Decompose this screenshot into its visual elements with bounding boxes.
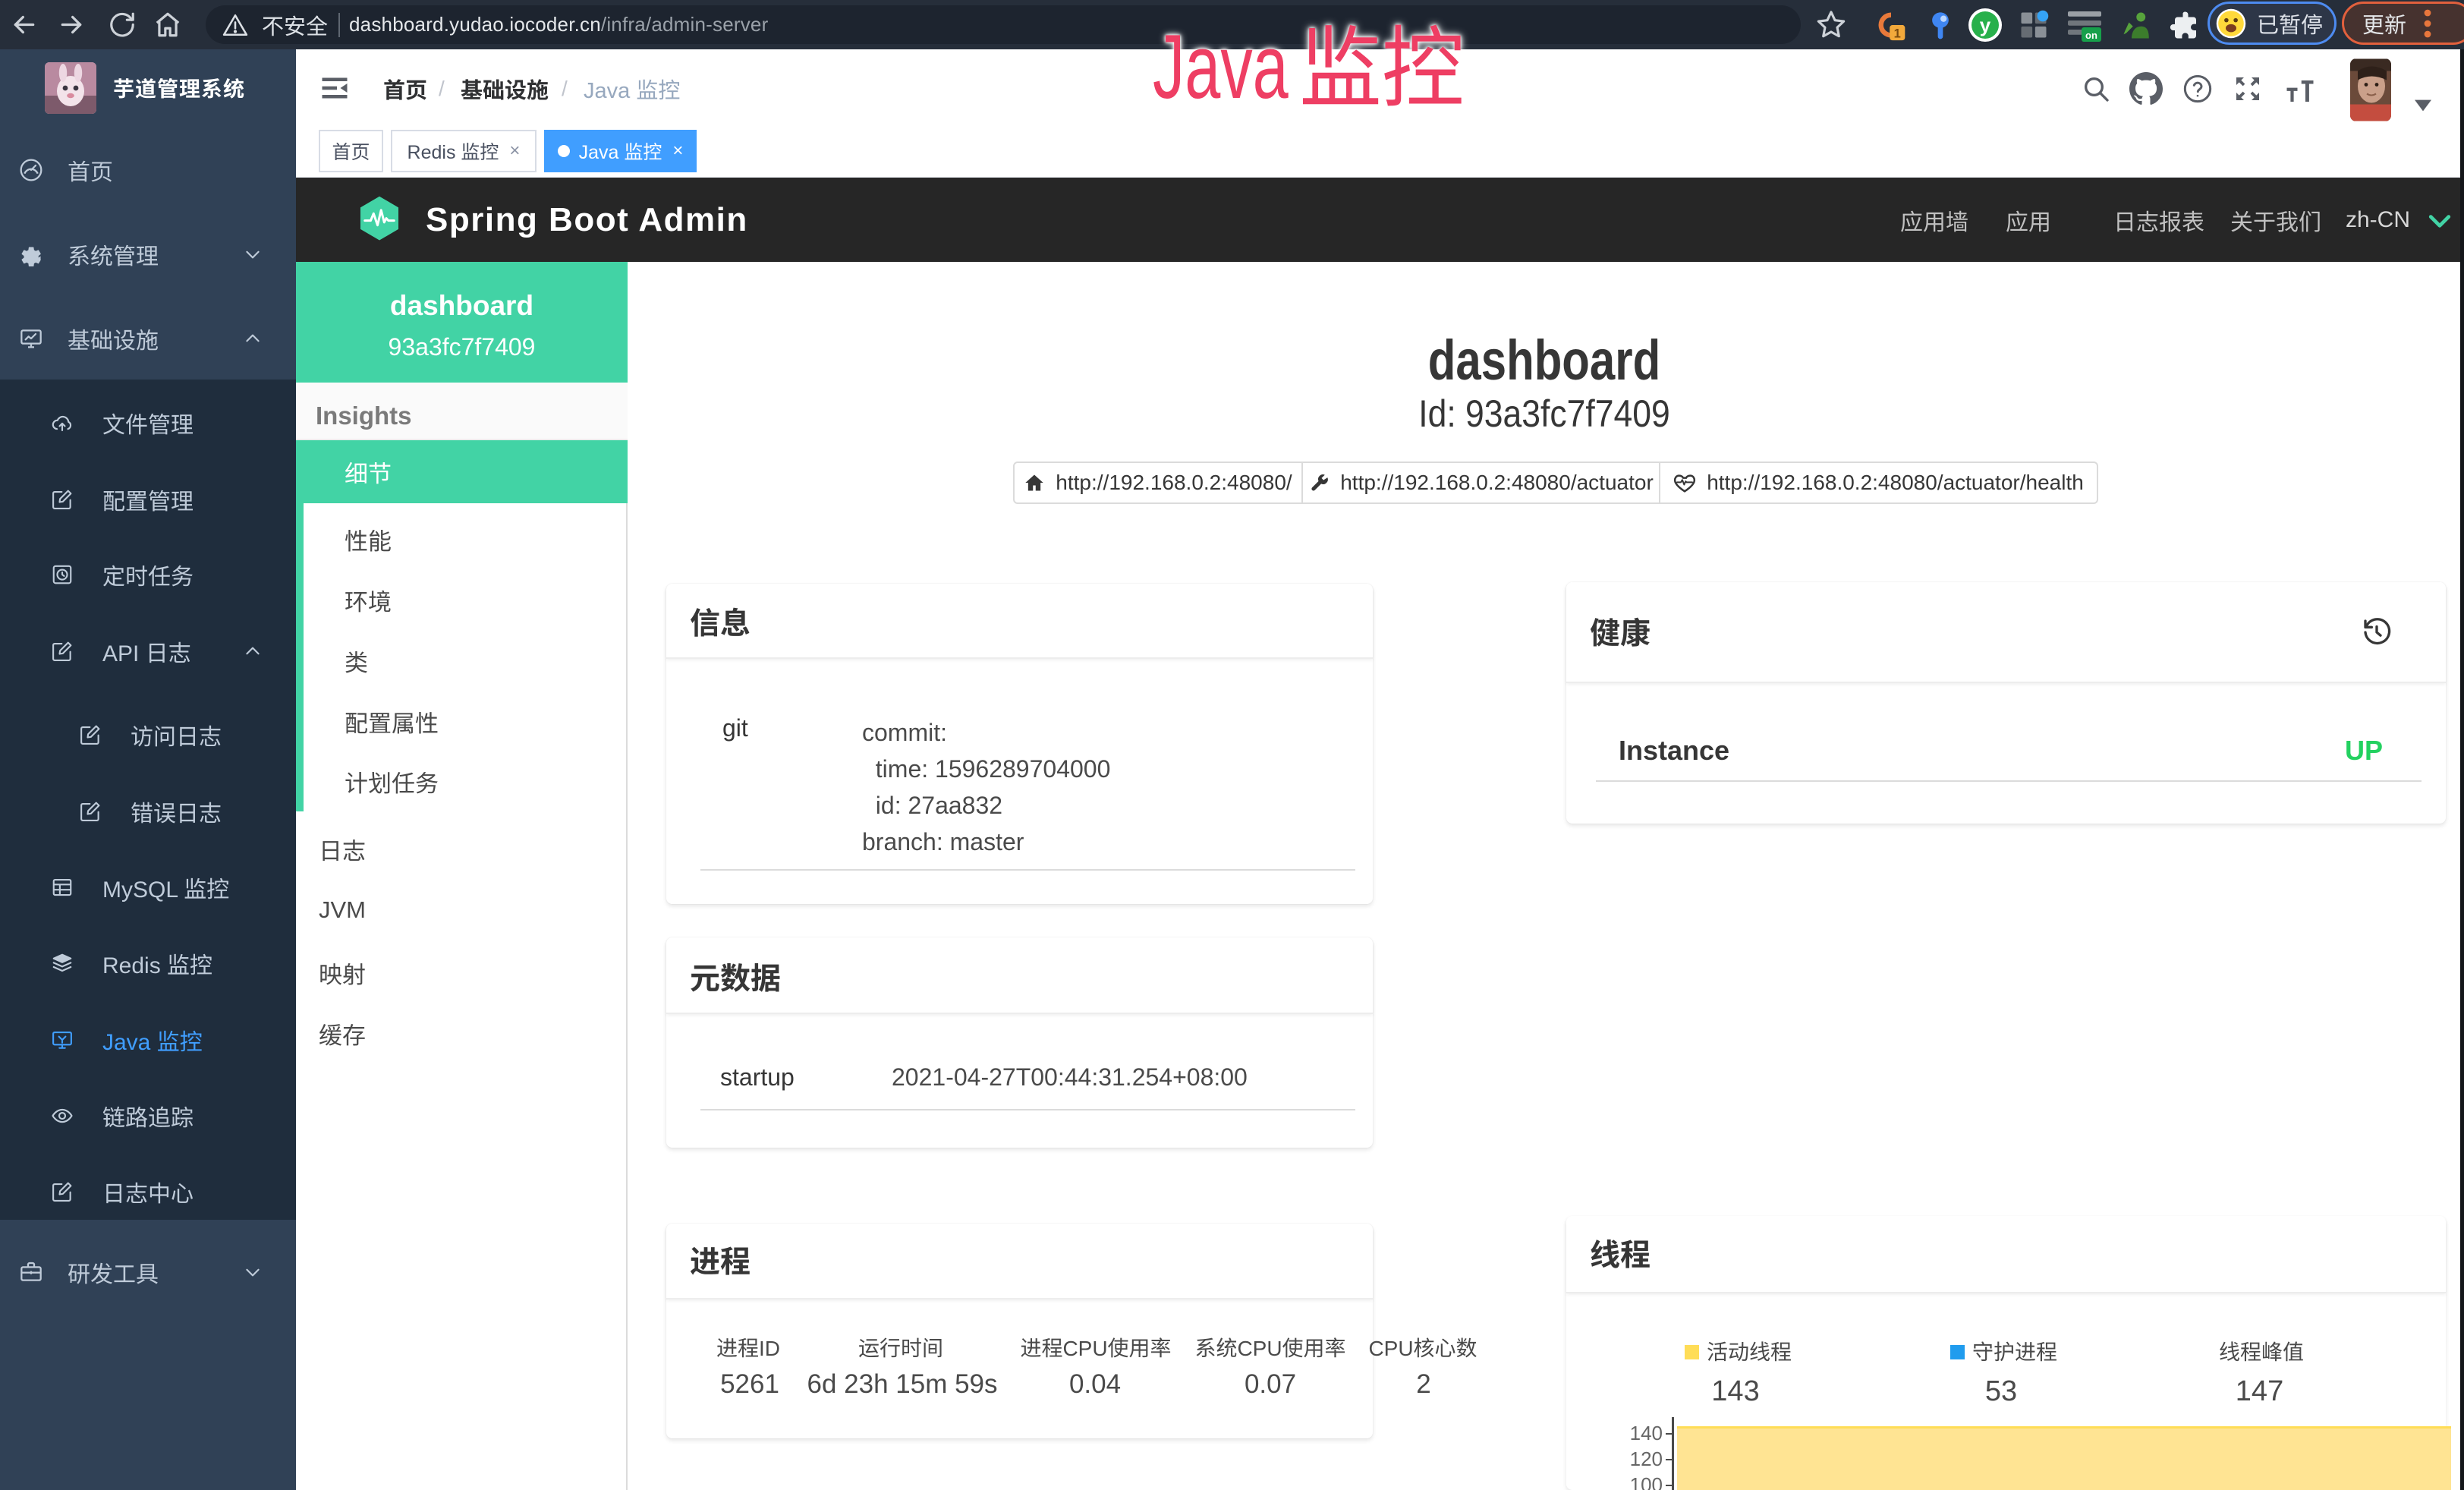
svg-text:y: y xyxy=(1980,14,1991,36)
svg-text:on: on xyxy=(2085,30,2097,41)
svg-text:1: 1 xyxy=(1894,27,1901,40)
